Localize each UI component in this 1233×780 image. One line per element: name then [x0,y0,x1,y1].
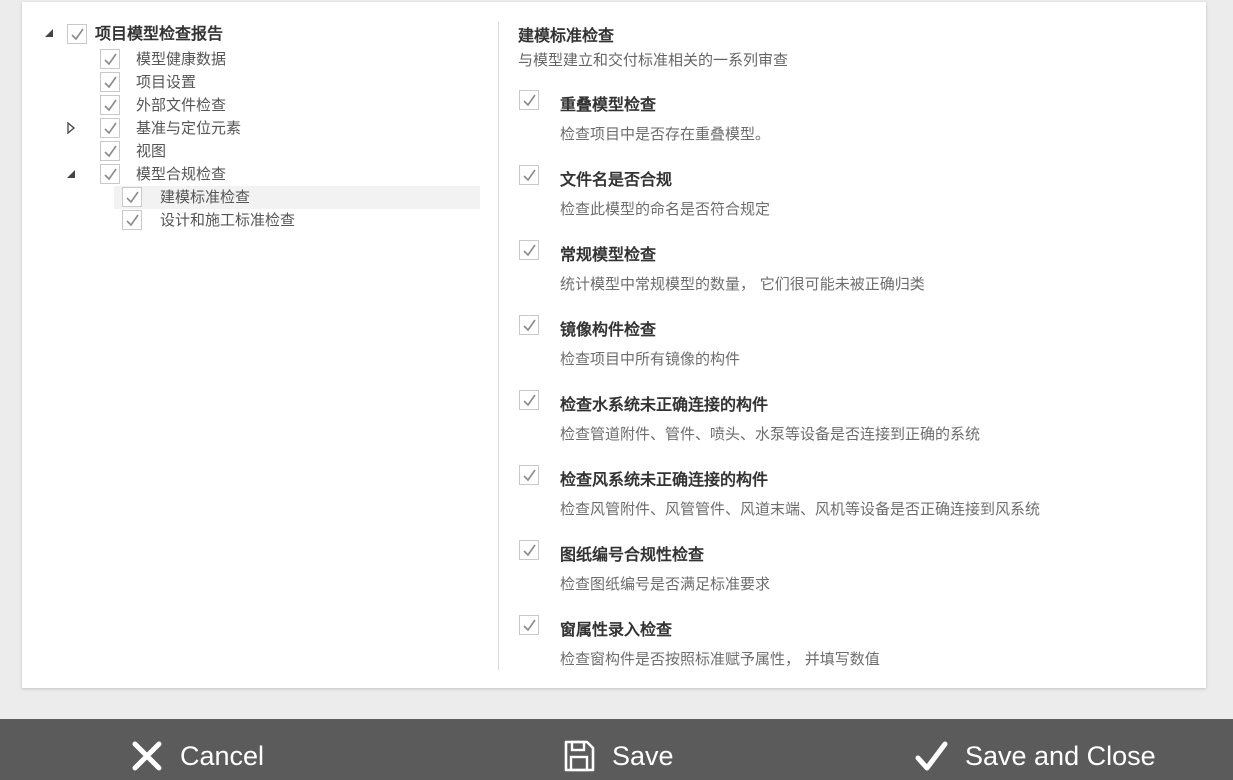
tree-item-label: 视图 [136,142,167,160]
check-item-name: 重叠模型检查 [560,95,657,114]
check-item-desc: 检查图纸编号是否满足标准要求 [560,575,771,593]
check-item-desc: 检查项目中所有镜像的构件 [560,350,741,368]
collapse-icon[interactable] [65,168,77,180]
check-item-desc: 检查项目中是否存在重叠模型。 [560,125,771,143]
save-and-close-button[interactable]: Save and Close [912,719,1162,780]
tree-item-model-health[interactable]: 模型健康数据 [98,48,278,71]
save-and-close-label: Save and Close [965,741,1156,771]
footer-action-bar: Cancel Save Save and Close [0,719,1233,780]
tree-item-external-files[interactable]: 外部文件检查 [98,94,278,117]
tree-root-checkbox[interactable] [67,24,87,44]
check-item-name: 镜像构件检查 [560,320,657,339]
check-item-name: 常规模型检查 [560,245,657,264]
tree-item-checkbox[interactable] [100,164,120,184]
tree-item-model-compliance[interactable]: 模型合规检查 [62,163,282,186]
tree-item-label: 建模标准检查 [160,188,251,206]
check-item-desc: 检查风管附件、风管管件、风道末端、风机等设备是否正确连接到风系统 [560,500,1041,518]
tree-item-checkbox[interactable] [122,187,142,207]
cancel-button[interactable]: Cancel [128,719,288,780]
check-item-checkbox[interactable] [519,315,539,335]
save-button[interactable]: Save [560,719,700,780]
check-item-name: 检查风系统未正确连接的构件 [560,470,769,489]
check-item-checkbox[interactable] [519,90,539,110]
check-item-name: 图纸编号合规性检查 [560,545,705,564]
tree-item-checkbox[interactable] [100,141,120,161]
tree-item-label: 设计和施工标准检查 [160,211,296,229]
check-item-checkbox[interactable] [519,540,539,560]
tree-item-checkbox[interactable] [100,118,120,138]
check-item-desc: 统计模型中常规模型的数量， 它们很可能未被正确归类 [560,275,925,293]
check-item-name: 检查水系统未正确连接的构件 [560,395,769,414]
check-item-checkbox[interactable] [519,390,539,410]
tree-item-project-settings[interactable]: 项目设置 [98,71,278,94]
tree-root-label: 项目模型检查报告 [95,24,224,43]
expand-icon[interactable] [65,122,77,134]
tree-item-label: 基准与定位元素 [136,119,242,137]
check-details: 建模标准检查 与模型建立和交付标准相关的一系列审查 重叠模型检查 检查项目中是否… [518,2,1198,688]
check-item-checkbox[interactable] [519,240,539,260]
tree-item-label: 模型健康数据 [136,50,227,68]
collapse-icon[interactable] [43,27,55,39]
check-item-name: 窗属性录入检查 [560,620,673,639]
tree-item-checkbox[interactable] [100,49,120,69]
tree-item-design-construction[interactable]: 设计和施工标准检查 [114,209,334,232]
check-item-desc: 检查管道附件、管件、喷头、水泵等设备是否连接到正确的系统 [560,425,981,443]
tree-item-views[interactable]: 视图 [98,140,278,163]
tree-item-checkbox[interactable] [100,72,120,92]
tree-item-label: 模型合规检查 [136,165,227,183]
tree-item-datum-elements[interactable]: 基准与定位元素 [62,117,282,140]
cancel-label: Cancel [180,741,265,771]
check-item-desc: 检查窗构件是否按照标准赋予属性， 并填写数值 [560,650,880,668]
details-subtitle: 与模型建立和交付标准相关的一系列审查 [518,51,789,69]
x-icon [130,739,164,773]
floppy-disk-icon [562,739,596,773]
check-item-desc: 检查此模型的命名是否符合规定 [560,200,771,218]
tree-item-modeling-standards[interactable]: 建模标准检查 [114,186,480,209]
details-title: 建模标准检查 [518,26,615,45]
tree-item-checkbox[interactable] [100,95,120,115]
check-tree: 项目模型检查报告 模型健康数据 项目设置 外部文件检查 基准与定位元素 视图 模… [22,2,498,688]
check-item-checkbox[interactable] [519,165,539,185]
tree-item-checkbox[interactable] [122,210,142,230]
check-item-name: 文件名是否合规 [560,170,673,189]
check-settings-panel: 项目模型检查报告 模型健康数据 项目设置 外部文件检查 基准与定位元素 视图 模… [22,2,1206,688]
save-label: Save [612,741,674,771]
panel-divider [498,22,499,670]
tree-root[interactable]: 项目模型检查报告 [36,22,296,45]
checkmark-icon [914,739,948,773]
check-item-checkbox[interactable] [519,465,539,485]
check-item-checkbox[interactable] [519,615,539,635]
tree-item-label: 外部文件检查 [136,96,227,114]
tree-item-label: 项目设置 [136,73,197,91]
